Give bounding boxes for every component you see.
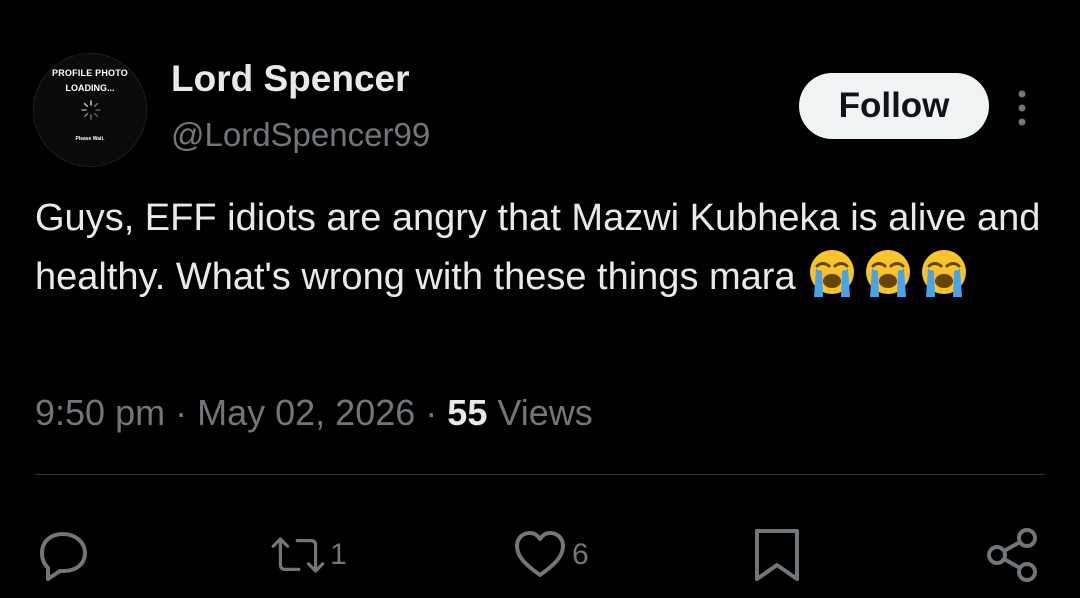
heart-icon: [515, 531, 565, 577]
retweet-button[interactable]: 1: [270, 527, 347, 583]
reply-button[interactable]: [36, 527, 92, 583]
tweet-meta: 9:50 pm · May 02, 2026 · 55 Views: [35, 392, 593, 434]
divider: [35, 474, 1045, 475]
more-options-icon[interactable]: [1012, 88, 1032, 128]
meta-separator: ·: [175, 392, 188, 433]
loading-spinner-icon: [81, 100, 101, 120]
like-count: 6: [572, 538, 589, 571]
tweet-time[interactable]: 9:50 pm: [35, 392, 165, 433]
user-handle[interactable]: @LordSpencer99: [171, 116, 430, 154]
views-count: 55: [447, 392, 488, 433]
loudly-crying-face-icon: [922, 250, 967, 297]
reply-icon: [40, 532, 87, 581]
tweet-body: Guys, EFF idiots are angry that Mazwi Ku…: [35, 189, 1055, 306]
tweet-date[interactable]: May 02, 2026: [197, 392, 415, 433]
loudly-crying-face-icon: [810, 250, 855, 297]
avatar-text-line1: PROFILE PHOTO: [52, 68, 128, 78]
share-icon: [987, 528, 1037, 582]
avatar[interactable]: PROFILE PHOTO LOADING... Please Wait.: [33, 53, 147, 167]
emoji-group: [806, 250, 974, 298]
avatar-text-line2: LOADING...: [65, 83, 115, 93]
avatar-text-line3: Please Wait.: [75, 136, 105, 142]
meta-separator: ·: [425, 392, 438, 433]
follow-button[interactable]: Follow: [799, 73, 989, 139]
bookmark-button[interactable]: [749, 527, 805, 583]
loudly-crying-face-icon: [866, 250, 911, 297]
bookmark-icon: [755, 529, 799, 581]
retweet-count: 1: [330, 538, 347, 571]
retweet-icon: [271, 537, 325, 573]
display-name[interactable]: Lord Spencer: [171, 58, 410, 100]
views-label: Views: [497, 392, 593, 433]
share-button[interactable]: [985, 527, 1041, 583]
like-button[interactable]: 6: [512, 527, 589, 583]
